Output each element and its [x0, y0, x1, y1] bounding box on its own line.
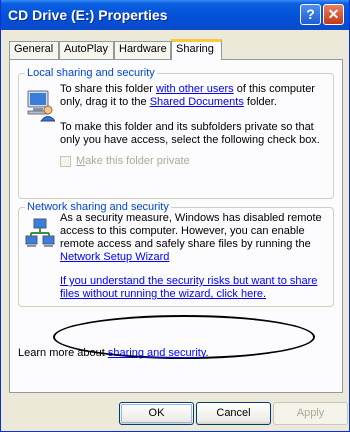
close-icon: ✕ [327, 6, 340, 22]
local-private-text-line1: To make this folder and its subfolders p… [60, 121, 314, 133]
network-text-line2: access to this computer. However, you ca… [60, 225, 305, 237]
sharing-tab-panel: Local sharing and security To share this… [9, 59, 343, 393]
share-without-wizard-link-line2[interactable]: files without running the wizard, click … [60, 288, 266, 301]
learn-more-text: Learn more about sharing and security. [18, 347, 209, 359]
help-button[interactable]: ? [300, 4, 321, 25]
tab-hardware[interactable]: Hardware [114, 41, 171, 59]
network-sharing-group: Network sharing and security As a securi… [18, 201, 334, 307]
local-text-line1: To share this folder with other users of… [60, 83, 315, 95]
sharing-and-security-link[interactable]: sharing and security [108, 347, 206, 359]
local-sharing-legend: Local sharing and security [25, 67, 157, 79]
ok-button[interactable]: OK [119, 402, 194, 425]
network-computers-icon [25, 218, 55, 247]
help-icon: ? [306, 6, 315, 22]
window-title: CD Drive (E:) Properties [8, 7, 168, 23]
properties-dialog: CD Drive (E:) Properties ? ✕ General Aut… [0, 0, 350, 432]
share-without-wizard-link-line1[interactable]: If you understand the security risks but… [60, 275, 317, 288]
local-text-line2: only, drag it to the Shared Documents fo… [60, 96, 277, 108]
shared-documents-link[interactable]: Shared Documents [150, 96, 244, 108]
close-button[interactable]: ✕ [323, 4, 344, 25]
apply-button[interactable]: Apply [273, 402, 348, 425]
network-text-line1: As a security measure, Windows has disab… [60, 212, 322, 224]
computer-user-icon [27, 90, 55, 122]
local-private-text-line2: only you have access, select the followi… [60, 134, 320, 146]
tab-general[interactable]: General [9, 41, 59, 59]
make-private-label: Make this folder private [76, 155, 190, 167]
local-sharing-group: Local sharing and security To share this… [18, 67, 334, 199]
cancel-button[interactable]: Cancel [196, 402, 271, 425]
tab-autoplay[interactable]: AutoPlay [59, 41, 114, 59]
network-text-line3: remote access and safely share files by … [60, 238, 311, 250]
other-users-link[interactable]: with other users [156, 83, 234, 95]
network-setup-wizard-link[interactable]: Network Setup Wizard [60, 251, 169, 264]
title-bar[interactable]: CD Drive (E:) Properties ? ✕ [1, 0, 349, 30]
tab-sharing[interactable]: Sharing [171, 39, 222, 60]
make-private-checkbox[interactable] [60, 156, 71, 167]
